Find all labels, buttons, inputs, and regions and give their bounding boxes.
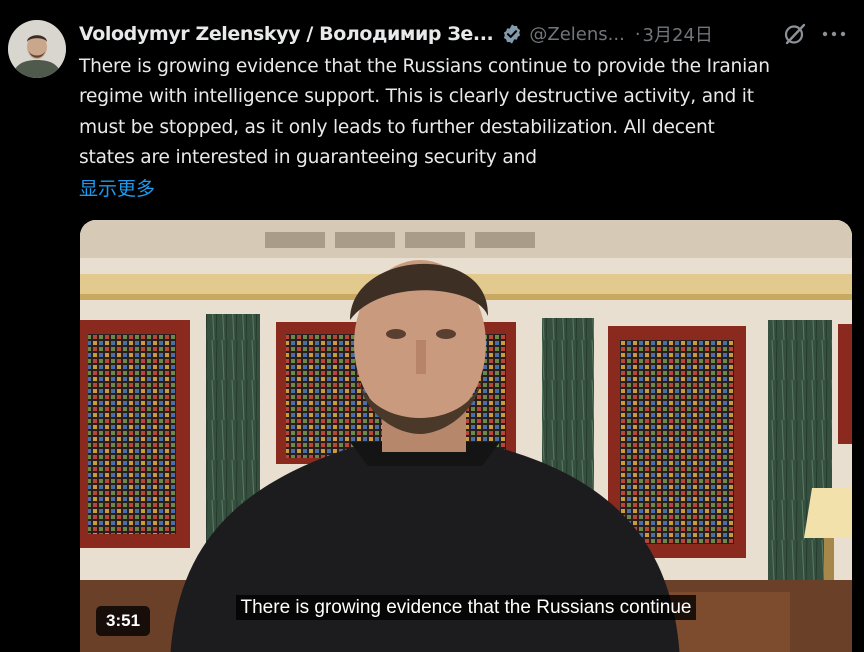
tweet-text-line: must be stopped, as it only leads to fur… [79,116,715,138]
tweet-text-line: There is growing evidence that the Russi… [79,56,770,77]
tweet-text-line: regime with intelligence support. This i… [79,86,754,108]
more-icon[interactable] [821,22,847,46]
video-frame [80,220,852,652]
video-duration-badge: 3:51 [96,606,151,636]
author-name[interactable]: Volodymyr Zelenskyy / Володимир Зе... [79,23,494,45]
separator-dot: · [634,23,641,45]
video-subtitle-text: There is growing evidence that the Russi… [235,595,697,620]
tweet-date[interactable]: 3月24日 [643,21,713,47]
video-subtitle: There is growing evidence that the Russi… [80,595,852,620]
avatar[interactable] [8,20,66,78]
tweet-text-line: states are interested in guaranteeing se… [79,147,537,169]
tweet-header: Volodymyr Zelenskyy / Володимир Зе... @Z… [79,18,859,50]
verified-badge-icon [504,24,521,44]
tweet-text: There is growing evidence that the Russi… [79,52,859,174]
tweet: Volodymyr Zelenskyy / Володимир Зе... @Z… [0,0,864,652]
avatar-photo [8,20,66,78]
grok-icon[interactable] [783,22,807,46]
author-handle[interactable]: @Zelens... [529,24,624,45]
show-more-link[interactable]: 显示更多 [79,174,155,201]
video-player[interactable]: There is growing evidence that the Russi… [80,220,852,652]
